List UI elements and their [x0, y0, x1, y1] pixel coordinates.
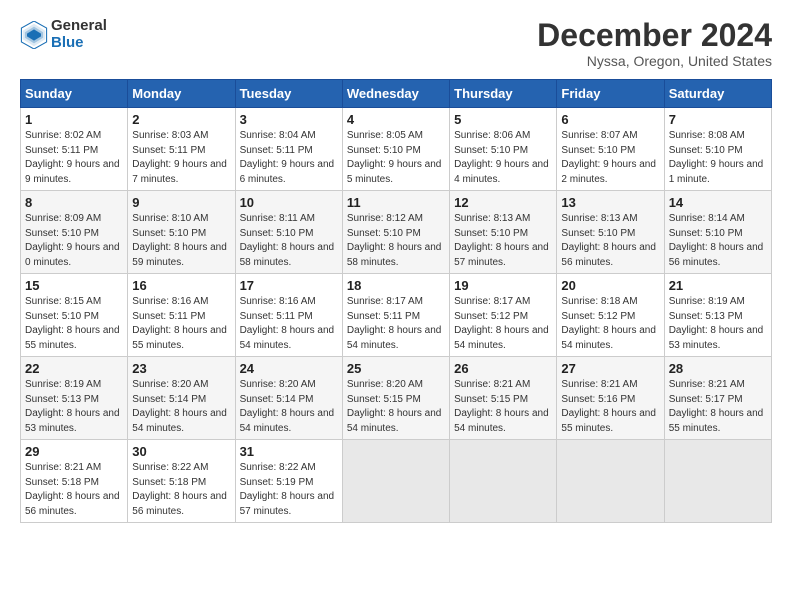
- week-row-2: 8 Sunrise: 8:09 AMSunset: 5:10 PMDayligh…: [21, 191, 772, 274]
- table-row: 10 Sunrise: 8:11 AMSunset: 5:10 PMDaylig…: [235, 191, 342, 274]
- table-row: 19 Sunrise: 8:17 AMSunset: 5:12 PMDaylig…: [450, 274, 557, 357]
- table-row: 12 Sunrise: 8:13 AMSunset: 5:10 PMDaylig…: [450, 191, 557, 274]
- table-row: 16 Sunrise: 8:16 AMSunset: 5:11 PMDaylig…: [128, 274, 235, 357]
- table-row: 3 Sunrise: 8:04 AMSunset: 5:11 PMDayligh…: [235, 108, 342, 191]
- title-block: December 2024 Nyssa, Oregon, United Stat…: [537, 18, 772, 69]
- header-sunday: Sunday: [21, 80, 128, 108]
- table-row: 24 Sunrise: 8:20 AMSunset: 5:14 PMDaylig…: [235, 357, 342, 440]
- empty-cell: [664, 440, 771, 523]
- empty-cell: [557, 440, 664, 523]
- table-row: 29 Sunrise: 8:21 AMSunset: 5:18 PMDaylig…: [21, 440, 128, 523]
- logo-blue: Blue: [51, 35, 107, 52]
- table-row: 30 Sunrise: 8:22 AMSunset: 5:18 PMDaylig…: [128, 440, 235, 523]
- table-row: 14 Sunrise: 8:14 AMSunset: 5:10 PMDaylig…: [664, 191, 771, 274]
- location: Nyssa, Oregon, United States: [537, 53, 772, 69]
- table-row: 4 Sunrise: 8:05 AMSunset: 5:10 PMDayligh…: [342, 108, 449, 191]
- table-row: 26 Sunrise: 8:21 AMSunset: 5:15 PMDaylig…: [450, 357, 557, 440]
- logo-text: General Blue: [51, 18, 107, 51]
- logo-general: General: [51, 18, 107, 35]
- header-thursday: Thursday: [450, 80, 557, 108]
- logo-icon: [20, 21, 48, 49]
- week-row-4: 22 Sunrise: 8:19 AMSunset: 5:13 PMDaylig…: [21, 357, 772, 440]
- header: General Blue December 2024 Nyssa, Oregon…: [20, 18, 772, 69]
- table-row: 23 Sunrise: 8:20 AMSunset: 5:14 PMDaylig…: [128, 357, 235, 440]
- table-row: 9 Sunrise: 8:10 AMSunset: 5:10 PMDayligh…: [128, 191, 235, 274]
- month-title: December 2024: [537, 18, 772, 53]
- table-row: 13 Sunrise: 8:13 AMSunset: 5:10 PMDaylig…: [557, 191, 664, 274]
- calendar-table: Sunday Monday Tuesday Wednesday Thursday…: [20, 79, 772, 523]
- table-row: 2 Sunrise: 8:03 AMSunset: 5:11 PMDayligh…: [128, 108, 235, 191]
- days-header-row: Sunday Monday Tuesday Wednesday Thursday…: [21, 80, 772, 108]
- table-row: 1 Sunrise: 8:02 AMSunset: 5:11 PMDayligh…: [21, 108, 128, 191]
- header-saturday: Saturday: [664, 80, 771, 108]
- table-row: 20 Sunrise: 8:18 AMSunset: 5:12 PMDaylig…: [557, 274, 664, 357]
- table-row: 27 Sunrise: 8:21 AMSunset: 5:16 PMDaylig…: [557, 357, 664, 440]
- table-row: 31 Sunrise: 8:22 AMSunset: 5:19 PMDaylig…: [235, 440, 342, 523]
- header-monday: Monday: [128, 80, 235, 108]
- table-row: 17 Sunrise: 8:16 AMSunset: 5:11 PMDaylig…: [235, 274, 342, 357]
- logo: General Blue: [20, 18, 107, 51]
- table-row: 7 Sunrise: 8:08 AMSunset: 5:10 PMDayligh…: [664, 108, 771, 191]
- header-friday: Friday: [557, 80, 664, 108]
- empty-cell: [450, 440, 557, 523]
- table-row: 21 Sunrise: 8:19 AMSunset: 5:13 PMDaylig…: [664, 274, 771, 357]
- table-row: 11 Sunrise: 8:12 AMSunset: 5:10 PMDaylig…: [342, 191, 449, 274]
- week-row-1: 1 Sunrise: 8:02 AMSunset: 5:11 PMDayligh…: [21, 108, 772, 191]
- table-row: 6 Sunrise: 8:07 AMSunset: 5:10 PMDayligh…: [557, 108, 664, 191]
- week-row-3: 15 Sunrise: 8:15 AMSunset: 5:10 PMDaylig…: [21, 274, 772, 357]
- empty-cell: [342, 440, 449, 523]
- header-tuesday: Tuesday: [235, 80, 342, 108]
- table-row: 5 Sunrise: 8:06 AMSunset: 5:10 PMDayligh…: [450, 108, 557, 191]
- week-row-5: 29 Sunrise: 8:21 AMSunset: 5:18 PMDaylig…: [21, 440, 772, 523]
- header-wednesday: Wednesday: [342, 80, 449, 108]
- table-row: 28 Sunrise: 8:21 AMSunset: 5:17 PMDaylig…: [664, 357, 771, 440]
- table-row: 25 Sunrise: 8:20 AMSunset: 5:15 PMDaylig…: [342, 357, 449, 440]
- table-row: 8 Sunrise: 8:09 AMSunset: 5:10 PMDayligh…: [21, 191, 128, 274]
- table-row: 22 Sunrise: 8:19 AMSunset: 5:13 PMDaylig…: [21, 357, 128, 440]
- table-row: 15 Sunrise: 8:15 AMSunset: 5:10 PMDaylig…: [21, 274, 128, 357]
- page-container: General Blue December 2024 Nyssa, Oregon…: [0, 0, 792, 533]
- table-row: 18 Sunrise: 8:17 AMSunset: 5:11 PMDaylig…: [342, 274, 449, 357]
